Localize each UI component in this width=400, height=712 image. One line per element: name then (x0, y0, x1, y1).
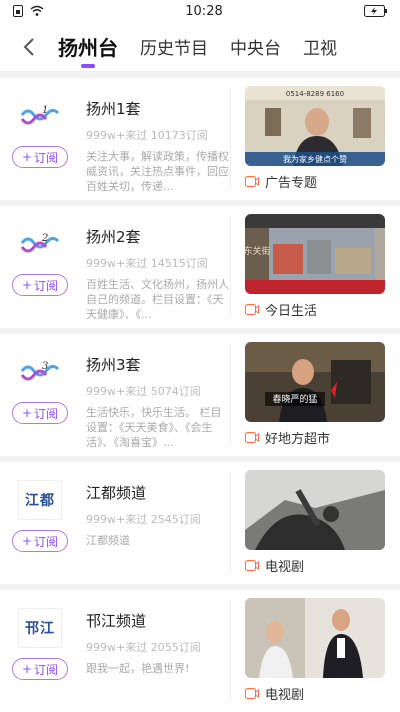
channel-desc: 跟我一起，艳遇世界! (86, 662, 190, 675)
plus-icon: + (21, 534, 33, 548)
program-thumbnail[interactable]: 东关街 (245, 214, 385, 294)
program-thumbnail[interactable] (245, 470, 385, 550)
tab-satellite[interactable]: 卫视 (303, 22, 337, 72)
channel-stats: 999w+来过 14515订阅 (86, 257, 208, 270)
subscribe-button[interactable]: + 订阅 (12, 658, 68, 680)
channel-card[interactable]: 2 + 订阅 扬州2套 999w+来过 14515订阅 百姓生活、文化扬州，扬州人… (0, 206, 400, 328)
status-left (12, 5, 44, 17)
svg-text:春晓严的猛: 春晓严的猛 (272, 393, 317, 405)
back-arrow-icon (23, 37, 34, 56)
channel-name: 扬州2套 (86, 228, 141, 246)
program-name: 广告专题 (265, 176, 318, 191)
channel-name: 扬州1套 (86, 100, 141, 118)
program-icon (245, 432, 259, 443)
program-name: 好地方超市 (265, 432, 331, 447)
channel-logo: 1 (18, 96, 62, 136)
program-name: 电视剧 (265, 688, 305, 703)
subscribe-button[interactable]: + 订阅 (12, 530, 68, 552)
svg-text:3: 3 (42, 361, 48, 372)
svg-text:2: 2 (41, 233, 48, 244)
channel-stats: 999w+来过 2055订阅 (86, 641, 201, 654)
back-button[interactable] (14, 32, 44, 62)
channel-desc: 百姓生活、文化扬州，扬州人自己的频道。栏目设置：《天天健康》、《... (86, 278, 229, 321)
subscribe-button[interactable]: + 订阅 (12, 274, 68, 296)
program-icon (245, 176, 259, 187)
plus-icon: + (21, 278, 33, 292)
program-name: 电视剧 (265, 560, 305, 575)
channel-logo: 3 (18, 352, 62, 392)
program-thumbnail[interactable]: 春晓严的猛 (245, 342, 385, 422)
program-icon (245, 688, 259, 699)
channel-stats: 999w+来过 2545订阅 (86, 513, 201, 526)
plus-icon: + (21, 662, 33, 676)
program-name: 今日生活 (265, 304, 318, 319)
plus-icon: + (21, 406, 33, 420)
svg-text:0514-8289 6160: 0514-8289 6160 (286, 90, 344, 98)
svg-text:我为家乡健点个赞: 我为家乡健点个赞 (283, 154, 347, 164)
program-thumbnail[interactable]: 0514-8289 6160 我为家乡健点个赞 (245, 86, 385, 166)
channel-name: 邗江频道 (86, 612, 147, 630)
top-nav: 扬州台 历史节目 中央台 卫视 (0, 22, 400, 72)
tab-cctv[interactable]: 中央台 (230, 22, 281, 72)
channel-desc: 江都频道 (86, 534, 130, 547)
program-icon (245, 304, 259, 315)
svg-text:东关街: 东关街 (245, 245, 271, 257)
channel-name: 江都频道 (86, 484, 147, 502)
plus-icon: + (21, 150, 33, 164)
sim-icon (13, 5, 23, 17)
program-icon (245, 560, 259, 571)
channel-logo: 邗江 (18, 608, 62, 648)
wifi-icon (30, 5, 44, 16)
battery-icon (364, 5, 387, 17)
channel-tabs: 扬州台 历史节目 中央台 卫视 (58, 22, 359, 72)
channel-card[interactable]: 3 + 订阅 扬州3套 999w+来过 5074订阅 生活快乐，快乐生活。 栏目设… (0, 334, 400, 456)
status-time: 10:28 (185, 3, 223, 19)
channel-name: 扬州3套 (86, 356, 141, 374)
program-thumbnail[interactable] (245, 598, 385, 678)
svg-text:1: 1 (42, 105, 48, 116)
tab-history[interactable]: 历史节目 (140, 22, 208, 72)
channel-desc: 生活快乐，快乐生活。 栏目设置：《天天美食》、《会生活》、《淘喜宝》... (86, 406, 222, 449)
channel-desc: 关注大事，解读政策，传播权威资讯，关注热点事件，回应百姓关切，传递... (86, 150, 229, 193)
channel-list: 1 + 订阅 扬州1套 999w+来过 10173订阅 关注大事，解读政策，传播权… (0, 78, 400, 712)
subscribe-button[interactable]: + 订阅 (12, 146, 68, 168)
channel-stats: 999w+来过 10173订阅 (86, 129, 208, 142)
tab-yangzhou[interactable]: 扬州台 (58, 22, 118, 72)
channel-card[interactable]: 江都 + 订阅 江都频道 999w+来过 2545订阅 江都频道 电视剧 (0, 462, 400, 584)
subscribe-button[interactable]: + 订阅 (12, 402, 68, 424)
channel-card[interactable]: 邗江 + 订阅 邗江频道 999w+来过 2055订阅 跟我一起，艳遇世界! 电… (0, 590, 400, 712)
channel-logo: 江都 (18, 480, 62, 520)
status-bar: 10:28 (0, 0, 400, 22)
channel-stats: 999w+来过 5074订阅 (86, 385, 201, 398)
channel-card[interactable]: 1 + 订阅 扬州1套 999w+来过 10173订阅 关注大事，解读政策，传播权… (0, 78, 400, 200)
channel-logo: 2 (18, 224, 62, 264)
